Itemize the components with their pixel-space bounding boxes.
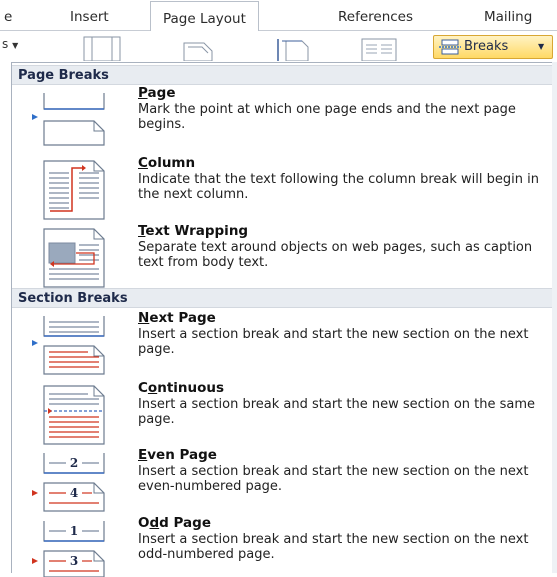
tab-page-layout[interactable]: Page Layout (150, 1, 259, 31)
even-page-number-top: 2 (70, 456, 78, 470)
ribbon-tab-bar: e Insert Page Layout References Mailing (0, 0, 557, 31)
breaks-label: Breaks (464, 39, 509, 54)
even-page-icon: 2 4 (32, 453, 105, 512)
tab-mailings-partial[interactable]: Mailing (484, 6, 532, 30)
margins-icon[interactable] (80, 35, 124, 61)
menu-item-continuous[interactable]: COntinuous Insert a section break and st… (12, 380, 557, 446)
item-title-page: Page (138, 85, 176, 101)
next-page-icon (32, 316, 105, 375)
breaks-button[interactable]: Breaks ▼ (433, 35, 553, 59)
item-title-text-wrapping: Text Wrapping (138, 223, 249, 239)
tab-home-partial[interactable]: e (4, 6, 12, 30)
item-desc-text-wrapping: Separate text around objects on web page… (138, 240, 533, 270)
odd-page-icon: 1 3 (32, 521, 105, 577)
item-desc-next-page: Insert a section break and start the new… (138, 327, 529, 357)
menu-item-text-wrapping[interactable]: Text Wrapping Separate text around objec… (12, 223, 557, 289)
page-breaks-header: Page Breaks (12, 65, 557, 85)
odd-page-number-top: 1 (70, 524, 78, 538)
page-break-icon (32, 93, 105, 146)
breaks-dropdown-menu: Page Breaks Page Mark the point at which… (11, 62, 557, 577)
chevron-down-icon: ▼ (12, 41, 19, 50)
item-title-continuous: COntinuous (138, 380, 225, 396)
orientation-icon[interactable] (178, 35, 222, 61)
item-desc-continuous: Insert a section break and start the new… (138, 397, 536, 427)
column-break-icon (43, 160, 105, 220)
item-desc-page: Mark the point at which one page ends an… (138, 102, 516, 132)
menu-item-even-page[interactable]: 2 4 Even Page Insert a section break and… (12, 447, 557, 513)
odd-page-number-bottom: 3 (70, 554, 78, 568)
menu-item-column[interactable]: Column Indicate that the text following … (12, 155, 557, 221)
chevron-down-icon: ▼ (538, 42, 545, 51)
item-title-even-page: Even Page (138, 447, 217, 463)
item-title-next-page: Next Page (138, 310, 216, 326)
item-title-odd-page: ODd Page (138, 515, 211, 531)
item-desc-even-page: Insert a section break and start the new… (138, 464, 529, 494)
even-page-number-bottom: 4 (70, 486, 78, 500)
columns-icon[interactable] (358, 35, 402, 61)
document-edge (552, 62, 557, 573)
menu-item-page[interactable]: Page Mark the point at which one page en… (12, 85, 557, 149)
continuous-icon (43, 385, 105, 445)
menu-item-next-page[interactable]: Next Page Insert a section break and sta… (12, 310, 557, 376)
item-desc-column: Indicate that the text following the col… (138, 172, 539, 202)
size-dropdown-partial[interactable]: s ▼ (2, 37, 18, 51)
section-breaks-header: Section Breaks (12, 288, 557, 308)
menu-item-odd-page[interactable]: 1 3 ODd Page Insert a section break and … (12, 515, 557, 577)
item-desc-odd-page: Insert a section break and start the new… (138, 532, 529, 562)
tab-insert[interactable]: Insert (70, 6, 109, 30)
size-icon[interactable] (272, 35, 316, 61)
item-title-column: Column (138, 155, 196, 171)
tab-references[interactable]: References (338, 6, 413, 30)
breaks-icon (439, 39, 461, 55)
text-wrapping-icon (43, 228, 105, 288)
